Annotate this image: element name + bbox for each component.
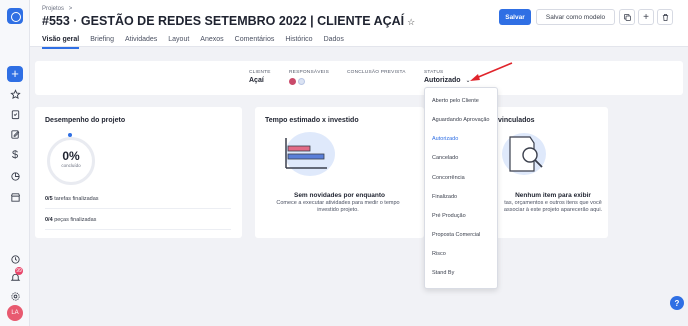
status-option-selected[interactable]: Autorizado [432,136,458,142]
status-option[interactable]: Aguardando Aprovação [432,117,490,123]
status-option[interactable]: Aberto pelo Cliente [432,98,479,104]
tasks-stat: 0/5 tarefas finalizadas [45,196,99,202]
time-chart-illustration-icon [285,132,335,176]
divider [45,229,231,230]
status-option[interactable]: Pré Produção [432,213,466,219]
progress-percent: 0% [62,149,80,163]
linked-empty-title: Nenhum item para exibir [515,192,591,199]
document-search-illustration-icon [502,133,546,175]
linked-title: vinculados [498,117,535,124]
performance-title: Desempenho do projeto [45,117,126,124]
status-option[interactable]: Concorrência [432,175,465,181]
progress-ring-marker [68,133,72,137]
time-title: Tempo estimado x investido [265,117,359,124]
status-option[interactable]: Finalizado [432,194,457,200]
time-empty-desc: Comece a executar atividades para medir … [276,200,400,213]
status-option[interactable]: Cancelado [432,155,458,161]
status-option[interactable]: Risco [432,251,446,257]
tasks-count: 0/5 [45,196,53,202]
linked-empty-desc: tas, orçamentos e outros itens que você … [503,200,603,213]
status-dropdown-menu: Aberto pelo Cliente Aguardando Aprovação… [424,87,498,289]
time-empty-title: Sem novidades por enquanto [293,192,385,199]
pieces-stat: 0/4 peças finalizadas [45,217,96,223]
status-option[interactable]: Stand By [432,270,454,276]
progress-percent-label: concluído [61,163,81,168]
pieces-label: peças finalizadas [54,217,97,223]
divider [45,208,231,209]
tasks-label: tarefas finalizadas [54,196,99,202]
help-button[interactable]: ? [670,296,684,310]
status-option[interactable]: Proposta Comercial [432,232,480,238]
pieces-count: 0/4 [45,217,53,223]
